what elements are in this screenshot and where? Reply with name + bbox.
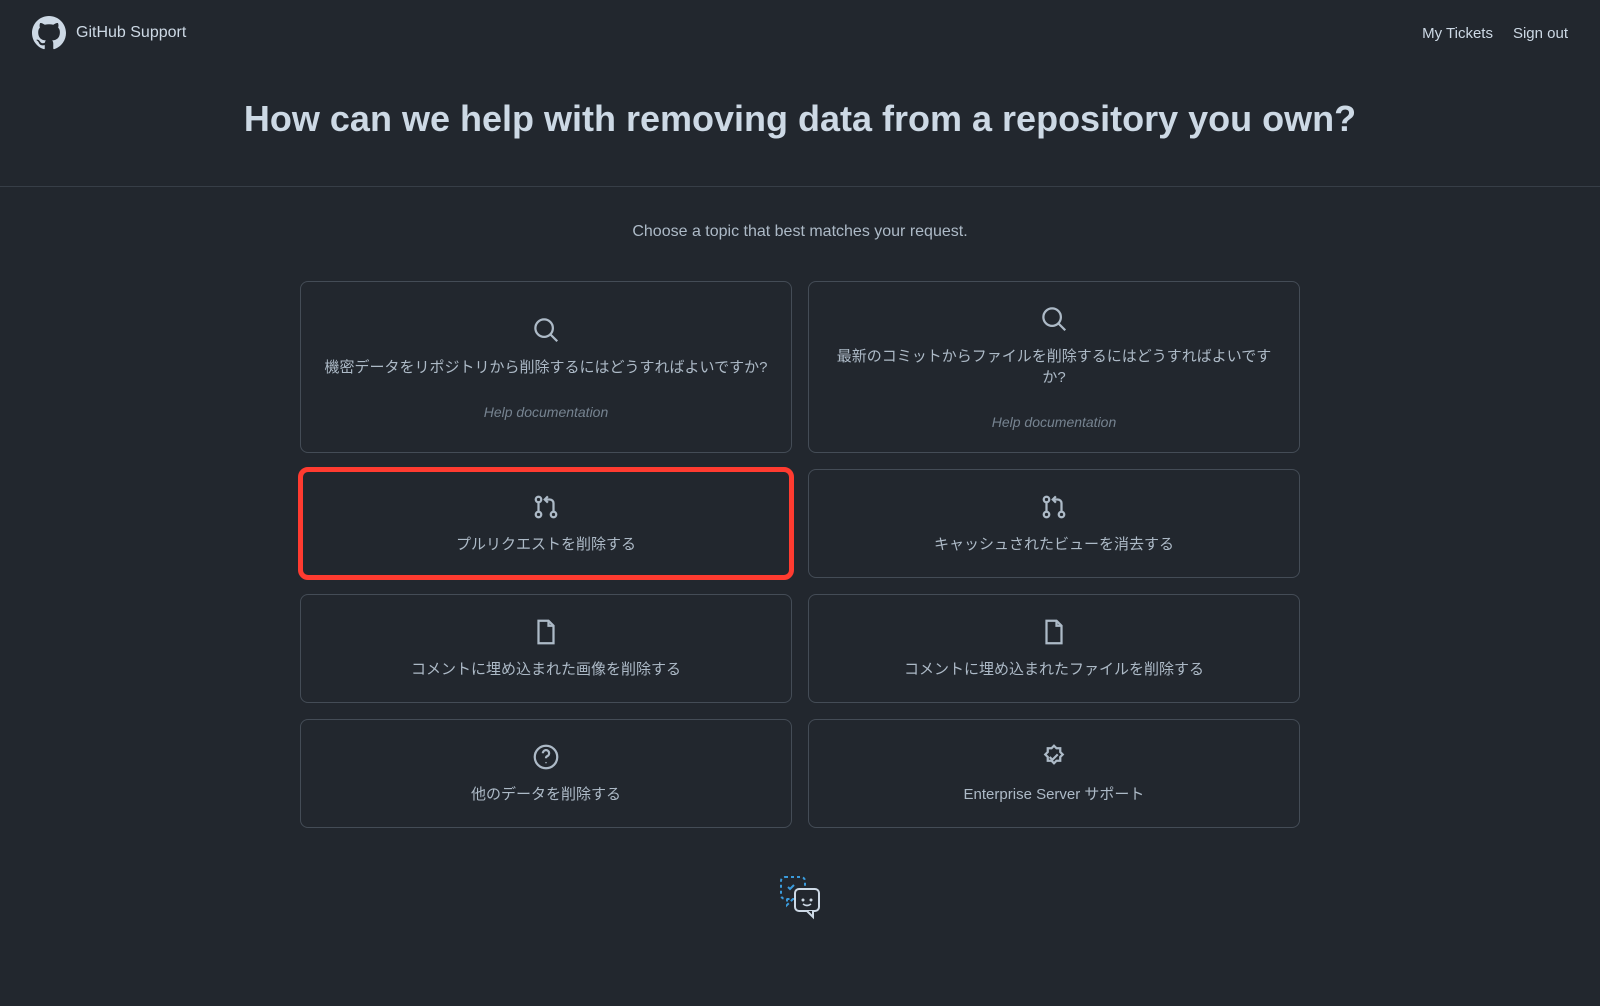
file-icon xyxy=(1039,617,1069,647)
card-title: コメントに埋め込まれたファイルを削除する xyxy=(904,659,1204,680)
topic-grid: 機密データをリポジトリから削除するにはどうすればよいですか? Help docu… xyxy=(300,281,1300,828)
header: GitHub Support My Tickets Sign out xyxy=(0,0,1600,66)
header-left: GitHub Support xyxy=(32,16,186,50)
card-sub: Help documentation xyxy=(484,404,609,420)
my-tickets-link[interactable]: My Tickets xyxy=(1422,25,1493,42)
card-remove-sensitive-data[interactable]: 機密データをリポジトリから削除するにはどうすればよいですか? Help docu… xyxy=(300,281,792,453)
question-icon xyxy=(531,742,561,772)
card-title: プルリクエストを削除する xyxy=(456,534,636,555)
content: Choose a topic that best matches your re… xyxy=(280,187,1320,1006)
virtual-assistant-button[interactable] xyxy=(772,868,828,924)
card-sub: Help documentation xyxy=(992,414,1117,430)
page-title: How can we help with removing data from … xyxy=(0,98,1600,140)
git-pull-request-icon xyxy=(1039,492,1069,522)
search-icon xyxy=(531,315,561,345)
card-delete-embedded-file[interactable]: コメントに埋め込まれたファイルを削除する xyxy=(808,594,1300,703)
card-delete-other-data[interactable]: 他のデータを削除する xyxy=(300,719,792,828)
card-title: キャッシュされたビューを消去する xyxy=(934,534,1174,555)
card-enterprise-server-support[interactable]: Enterprise Server サポート xyxy=(808,719,1300,828)
card-delete-embedded-image[interactable]: コメントに埋め込まれた画像を削除する xyxy=(300,594,792,703)
github-logo[interactable] xyxy=(32,16,66,50)
check-badge-icon xyxy=(1039,742,1069,772)
card-clear-cached-views[interactable]: キャッシュされたビューを消去する xyxy=(808,469,1300,578)
file-icon xyxy=(531,617,561,647)
card-remove-file-latest-commit[interactable]: 最新のコミットからファイルを削除するにはどうすればよいですか? Help doc… xyxy=(808,281,1300,453)
hero: How can we help with removing data from … xyxy=(0,66,1600,187)
footer xyxy=(300,828,1300,946)
header-right: My Tickets Sign out xyxy=(1422,25,1568,42)
card-title: コメントに埋め込まれた画像を削除する xyxy=(411,659,681,680)
search-icon xyxy=(1039,304,1069,334)
card-title: 最新のコミットからファイルを削除するにはどうすればよいですか? xyxy=(829,346,1279,388)
git-pull-request-icon xyxy=(531,492,561,522)
card-delete-pull-request[interactable]: プルリクエストを削除する xyxy=(300,469,792,578)
brand-text: GitHub Support xyxy=(76,24,186,42)
sign-out-link[interactable]: Sign out xyxy=(1513,25,1568,42)
subtitle: Choose a topic that best matches your re… xyxy=(300,223,1300,241)
card-title: 機密データをリポジトリから削除するにはどうすればよいですか? xyxy=(325,357,768,378)
card-title: 他のデータを削除する xyxy=(471,784,621,805)
card-title: Enterprise Server サポート xyxy=(964,784,1145,805)
